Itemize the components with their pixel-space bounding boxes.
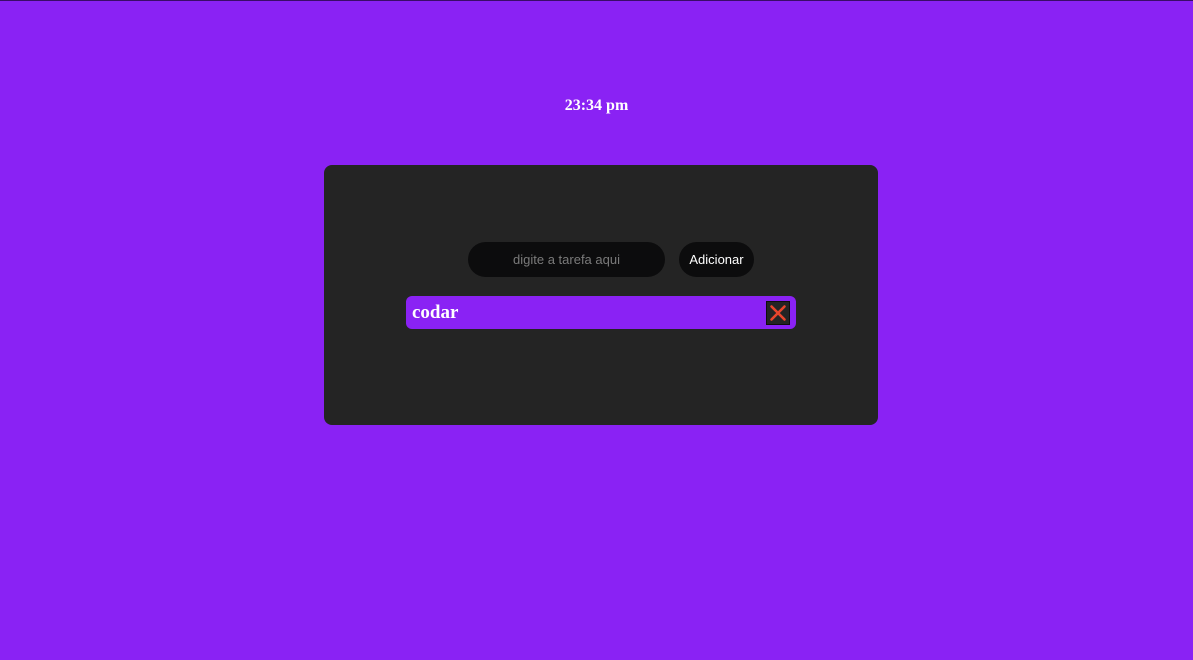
delete-task-button[interactable] <box>766 301 790 325</box>
task-text: codar <box>412 302 459 323</box>
clock-time: 23:34 pm <box>564 97 629 114</box>
task-item: codar <box>406 296 796 329</box>
task-input[interactable] <box>468 242 665 277</box>
todo-panel: Adicionar codar <box>324 165 878 425</box>
add-task-button[interactable]: Adicionar <box>679 242 754 277</box>
close-x-icon <box>770 305 786 321</box>
